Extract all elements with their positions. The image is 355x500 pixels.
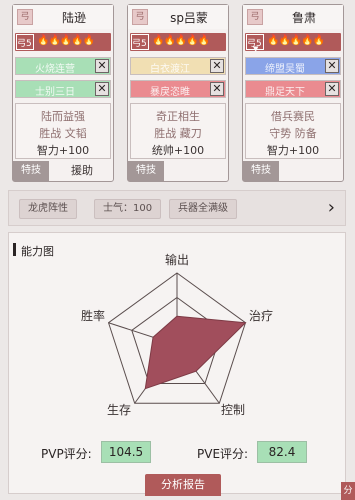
info-line: 胜战 藏刀 xyxy=(154,127,202,140)
skill-name: 白衣渡江 xyxy=(150,64,190,75)
buff-chip-morale[interactable]: 士气：100 xyxy=(94,199,162,219)
radar-label-output: 输出 xyxy=(165,253,190,267)
hero-name: 鲁肃 xyxy=(291,11,316,25)
info-line: 守势 防备 xyxy=(269,127,317,140)
info-line: 奇正相生 xyxy=(156,110,200,123)
pve-label: PVE评分: xyxy=(197,447,249,461)
skill-name: 士别三日 xyxy=(35,87,75,98)
radar-label-winrate: 胜率 xyxy=(81,309,106,323)
skill-name: 暴戾恣睢 xyxy=(150,87,190,98)
skill-name: 火烧连营 xyxy=(35,64,75,75)
stars-icon: 🔥🔥🔥🔥🔥 xyxy=(152,35,210,46)
hero-name: 陆逊 xyxy=(61,11,86,25)
skill-slot-1[interactable]: 白衣渡江 ✕ xyxy=(130,57,226,75)
radar-label-control: 控制 xyxy=(221,403,246,417)
ability-panel: 能力图 输出 治疗 控制 生存 胜率 PVP评分: 104.5 PVE评分: 8… xyxy=(8,232,346,496)
role-badge: 弓 xyxy=(247,9,263,25)
close-icon[interactable]: ✕ xyxy=(95,59,109,73)
skill-slot-2[interactable]: 士别三日 ✕ xyxy=(15,80,111,98)
card-header: 弓 鲁肃 xyxy=(243,5,343,29)
skill-name: 缔盟吴蜀 xyxy=(265,64,305,75)
close-icon[interactable]: ✕ xyxy=(210,82,224,96)
tab-special[interactable]: 特技 xyxy=(128,161,164,181)
info-line: 统帅+100 xyxy=(151,144,205,157)
star-row: 弓5 🔥🔥🔥🔥🔥 xyxy=(130,33,226,51)
info-line: 陆而益强 xyxy=(41,110,85,123)
close-icon[interactable]: ✕ xyxy=(325,59,339,73)
info-line: 智力+100 xyxy=(36,144,90,157)
buff-chip-formation[interactable]: 龙虎阵性 xyxy=(19,199,77,219)
hero-card-1[interactable]: 弓 陆逊 弓5 🔥🔥🔥🔥🔥 火烧连营 ✕ 士别三日 ✕ 陆而益强 胜战 文韬 智… xyxy=(12,4,114,182)
star-row: 弓5 🔥🔥🔥🔥🔥 xyxy=(15,33,111,51)
skill-slot-2[interactable]: 暴戾恣睢 ✕ xyxy=(130,80,226,98)
info-line: 胜战 文韬 xyxy=(39,127,87,140)
hero-info[interactable]: 借兵赛民 守势 防备 智力+100 xyxy=(245,103,341,159)
stars-icon: 🔥🔥🔥🔥🔥 xyxy=(37,35,95,46)
tab-assist[interactable]: 援助 xyxy=(51,161,113,181)
card-header: 弓 sp吕蒙 xyxy=(128,5,228,29)
stars-icon: 🔥🔥🔥🔥🔥 xyxy=(267,35,325,46)
card-header: 弓 陆逊 xyxy=(13,5,113,29)
close-icon[interactable]: ✕ xyxy=(210,59,224,73)
radar-label-survive: 生存 xyxy=(107,403,132,417)
info-line: 借兵赛民 xyxy=(271,110,315,123)
hero-info[interactable]: 陆而益强 胜战 文韬 智力+100 xyxy=(15,103,111,159)
analysis-report-button[interactable]: 分析报告 xyxy=(145,474,221,496)
skill-slot-1[interactable]: 火烧连营 ✕ xyxy=(15,57,111,75)
hero-card-3[interactable]: 弓 鲁肃 弓5 🔥🔥🔥🔥🔥 ▼ 缔盟吴蜀 ✕ 鼎足天下 ✕ 借兵赛民 守势 防备… xyxy=(242,4,344,182)
hero-level: 弓5 xyxy=(17,39,32,49)
info-line: 智力+100 xyxy=(266,144,320,157)
chevron-down-icon: ▼ xyxy=(253,45,259,53)
hero-name: sp吕蒙 xyxy=(170,11,208,25)
chevron-right-icon[interactable]: › xyxy=(328,197,335,218)
tab-special[interactable]: 特技 xyxy=(13,161,49,181)
hero-level: 弓5 xyxy=(132,39,147,49)
hero-info[interactable]: 奇正相生 胜战 藏刀 统帅+100 xyxy=(130,103,226,159)
radar-data-polygon xyxy=(144,315,247,390)
role-badge: 弓 xyxy=(17,9,33,25)
pve-score: 82.4 xyxy=(257,441,307,463)
star-row: 弓5 🔥🔥🔥🔥🔥 ▼ xyxy=(245,33,341,53)
buff-chip-weapons[interactable]: 兵器全满级 xyxy=(169,199,237,219)
share-button[interactable]: 分 xyxy=(341,482,355,500)
pvp-score: 104.5 xyxy=(101,441,151,463)
close-icon[interactable]: ✕ xyxy=(325,82,339,96)
hero-cards: 弓 陆逊 弓5 🔥🔥🔥🔥🔥 火烧连营 ✕ 士别三日 ✕ 陆而益强 胜战 文韬 智… xyxy=(12,4,344,182)
skill-slot-2[interactable]: 鼎足天下 ✕ xyxy=(245,80,341,98)
pvp-label: PVP评分: xyxy=(41,447,92,461)
tab-special[interactable]: 特技 xyxy=(243,161,279,181)
role-badge: 弓 xyxy=(132,9,148,25)
buff-bar[interactable]: 龙虎阵性 士气：100 兵器全满级 › xyxy=(8,190,346,226)
skill-name: 鼎足天下 xyxy=(265,87,305,98)
radar-label-heal: 治疗 xyxy=(249,309,274,323)
close-icon[interactable]: ✕ xyxy=(95,82,109,96)
hero-card-2[interactable]: 弓 sp吕蒙 弓5 🔥🔥🔥🔥🔥 白衣渡江 ✕ 暴戾恣睢 ✕ 奇正相生 胜战 藏刀… xyxy=(127,4,229,182)
skill-slot-1[interactable]: 缔盟吴蜀 ✕ xyxy=(245,57,341,75)
